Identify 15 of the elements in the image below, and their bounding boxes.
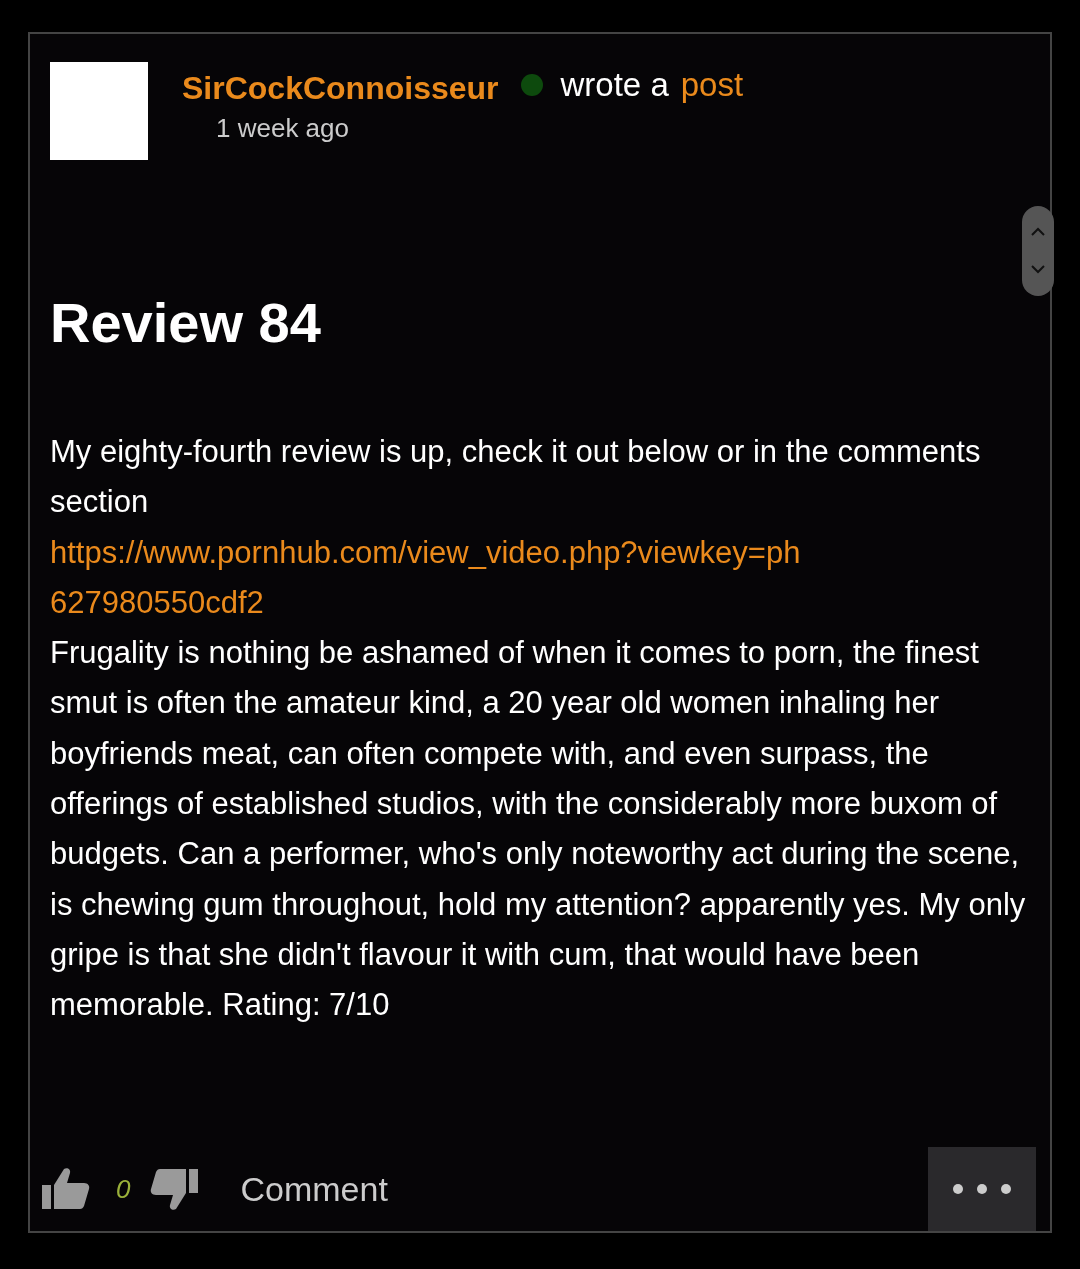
thumbs-down-icon[interactable] (150, 1167, 199, 1211)
like-count: 0 (116, 1173, 131, 1205)
comment-button[interactable]: Comment (240, 1169, 388, 1209)
scroll-handle[interactable] (1022, 206, 1054, 296)
post-link[interactable]: post (680, 65, 744, 104)
thumbs-up-icon[interactable] (42, 1167, 90, 1211)
post-text: Frugality is nothing be ashamed of when it comes to porn, the finest smut is often the amateur kind, a 20 year old women inhaling her boyfriends meat, can often compete with, and even surpass, the offerings of established studios, with the considerably more buxom of budgets. Can a performer, who's only noteworthy act during the scene, is chewing gum throughout, hold my attention? apparently yes. My only gripe is that she didn't flavour it with cum, that would have been memorable. Rating: 7/10 (50, 634, 1027, 1025)
video-link[interactable]: https://www.pornhub.com/view_video.php?viewkey=ph627980550cdf2 (50, 527, 810, 629)
username-link[interactable]: SirCockConnoisseur (182, 70, 499, 107)
more-button[interactable] (928, 1147, 1036, 1231)
action-text: wrote a (560, 65, 669, 104)
post-title: Review 84 (50, 290, 322, 355)
more-icon (952, 1183, 1012, 1195)
timestamp: 1 week ago (216, 113, 350, 144)
post-text: My eighty-fourth review is up, check it out below or in the comments section (50, 433, 982, 522)
